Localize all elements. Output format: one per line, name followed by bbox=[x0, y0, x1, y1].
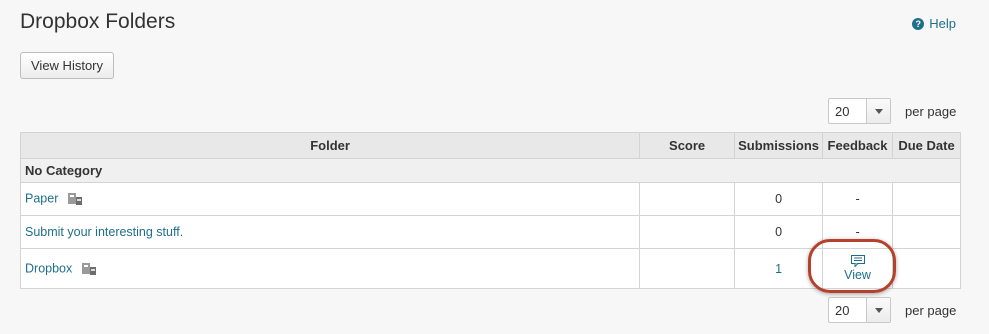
per-page-value: 20 bbox=[835, 302, 850, 318]
category-label: No Category bbox=[20, 158, 961, 183]
help-link[interactable]: ? Help bbox=[912, 16, 956, 31]
chevron-down-icon bbox=[866, 99, 890, 123]
per-page-select-top[interactable]: 20 bbox=[828, 98, 891, 124]
submissions-link[interactable]: 1 bbox=[775, 262, 782, 276]
per-page-value: 20 bbox=[835, 103, 850, 119]
per-page-select-bottom[interactable]: 20 bbox=[828, 297, 891, 323]
view-history-button[interactable]: View History bbox=[20, 52, 115, 79]
folder-cell: Submit your interesting stuff. bbox=[19, 215, 641, 249]
restriction-icon bbox=[67, 193, 82, 205]
header-submissions: Submissions bbox=[734, 132, 824, 159]
table-row: Paper 0 - bbox=[19, 182, 961, 216]
help-label: Help bbox=[929, 16, 956, 31]
table-row: Dropbox 1 View bbox=[19, 248, 961, 289]
comment-icon bbox=[850, 255, 865, 267]
per-page-label: per page bbox=[905, 302, 957, 318]
folder-link-paper[interactable]: Paper bbox=[25, 191, 58, 205]
due-date-cell bbox=[892, 248, 961, 289]
folder-link-submit-your-interesting-stuff[interactable]: Submit your interesting stuff. bbox=[25, 225, 183, 239]
feedback-cell: - bbox=[822, 215, 894, 249]
folder-cell: Paper bbox=[19, 182, 641, 216]
header-folder: Folder bbox=[19, 132, 641, 159]
score-cell bbox=[639, 248, 736, 289]
pager-top: 20 per page bbox=[828, 98, 956, 124]
folder-cell: Dropbox bbox=[19, 248, 641, 289]
score-cell bbox=[639, 182, 736, 216]
page-title: Dropbox Folders bbox=[20, 10, 176, 33]
pager-bottom: 20 per page bbox=[828, 297, 956, 323]
submissions-cell: 0 bbox=[734, 182, 824, 216]
submissions-cell: 1 bbox=[734, 248, 824, 289]
chevron-down-icon bbox=[866, 298, 890, 322]
dropbox-folders-table: Folder Score Submissions Feedback Due Da… bbox=[19, 132, 961, 289]
question-circle-icon: ? bbox=[912, 17, 925, 30]
header-score: Score bbox=[639, 132, 736, 159]
submissions-cell: 0 bbox=[734, 215, 824, 249]
due-date-cell bbox=[892, 215, 961, 249]
header-feedback: Feedback bbox=[822, 132, 894, 159]
feedback-cell: - bbox=[822, 182, 894, 216]
category-row: No Category bbox=[20, 158, 961, 183]
view-feedback-label: View bbox=[844, 268, 871, 282]
header-due-date: Due Date bbox=[892, 132, 961, 159]
per-page-label: per page bbox=[905, 103, 957, 119]
restriction-icon bbox=[81, 262, 96, 275]
due-date-cell bbox=[892, 182, 961, 216]
folder-link-dropbox[interactable]: Dropbox bbox=[25, 261, 72, 275]
score-cell bbox=[639, 215, 736, 249]
view-feedback-link[interactable]: View bbox=[844, 255, 871, 282]
table-header-row: Folder Score Submissions Feedback Due Da… bbox=[19, 132, 961, 159]
feedback-cell: View bbox=[822, 248, 894, 289]
table-row: Submit your interesting stuff. 0 - bbox=[19, 215, 961, 249]
